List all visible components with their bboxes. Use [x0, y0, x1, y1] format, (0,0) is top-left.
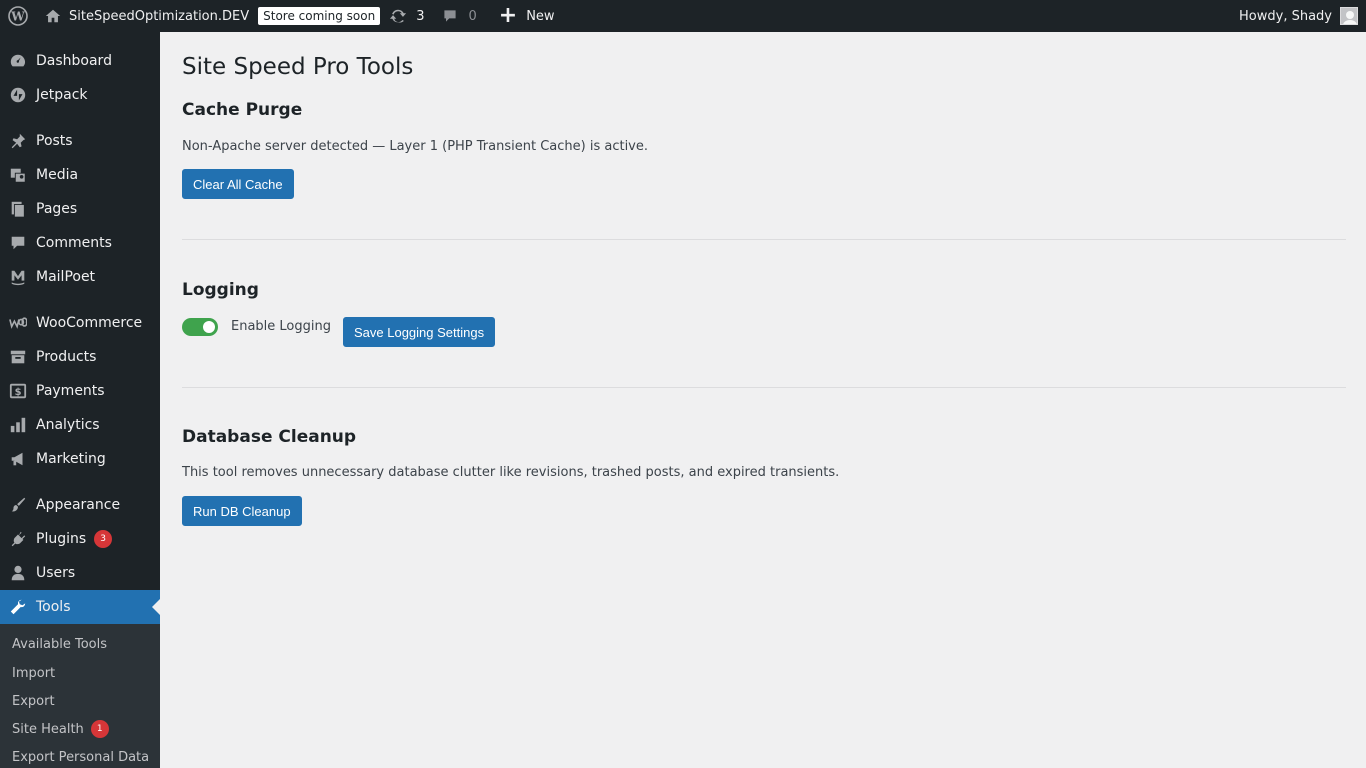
sidebar-item-posts[interactable]: Posts [0, 124, 160, 158]
comments-count: 0 [468, 8, 477, 24]
sidebar-item-mailpoet[interactable]: MailPoet [0, 260, 160, 294]
sidebar-item-marketing[interactable]: Marketing [0, 442, 160, 476]
sidebar-item-payments[interactable]: $ Payments [0, 374, 160, 408]
dollar-icon: $ [0, 382, 36, 400]
submenu-item-available-tools[interactable]: Available Tools [12, 634, 107, 654]
account-menu[interactable]: Howdy, Shady [1239, 0, 1358, 32]
archive-icon [0, 348, 36, 366]
jetpack-icon [0, 86, 36, 104]
sidebar-item-label: Tools [36, 599, 71, 615]
refresh-icon [390, 9, 407, 23]
media-icon [0, 166, 36, 184]
sidebar-item-media[interactable]: Media [0, 158, 160, 192]
database-description: This tool removes unnecessary database c… [182, 465, 840, 480]
updates-count: 3 [416, 8, 425, 24]
woocommerce-icon [0, 314, 36, 332]
sidebar-item-analytics[interactable]: Analytics [0, 408, 160, 442]
database-section-title: Database Cleanup [182, 427, 357, 447]
submenu-item-label: Import [12, 665, 56, 681]
clear-cache-button[interactable]: Clear All Cache [182, 169, 294, 199]
sidebar-item-jetpack[interactable]: Jetpack [0, 78, 160, 112]
submenu-item-export[interactable]: Export [12, 691, 55, 711]
sidebar-item-label: Pages [36, 201, 78, 217]
comment-icon [0, 234, 36, 252]
sidebar-item-label: Jetpack [36, 87, 88, 103]
user-icon [0, 564, 36, 582]
submenu-item-import[interactable]: Import [12, 663, 55, 683]
sidebar-item-label: Users [36, 565, 76, 581]
updates-link[interactable]: 3 [389, 0, 424, 32]
divider [182, 239, 1346, 240]
divider [182, 387, 1346, 388]
paintbrush-icon [0, 496, 36, 514]
bar-chart-icon [0, 416, 36, 434]
sidebar-item-label: Marketing [36, 451, 106, 467]
enable-logging-label: Enable Logging [231, 319, 331, 334]
sidebar-item-appearance[interactable]: Appearance [0, 488, 160, 522]
sidebar-item-tools[interactable]: Tools [0, 590, 160, 624]
site-name-link[interactable]: SiteSpeedOptimization.DEV [36, 0, 249, 32]
sidebar-item-label: Dashboard [36, 53, 112, 69]
logging-section-title: Logging [182, 280, 259, 300]
sidebar-item-label: Posts [36, 133, 73, 149]
comments-link[interactable]: 0 [442, 0, 477, 32]
sidebar-item-label: Comments [36, 235, 112, 251]
sidebar-item-dashboard[interactable]: Dashboard [0, 44, 160, 78]
site-name: SiteSpeedOptimization.DEV [69, 8, 250, 24]
toggle-knob [203, 321, 215, 333]
sidebar-item-label: MailPoet [36, 269, 96, 285]
new-label: New [526, 8, 555, 24]
sidebar-item-users[interactable]: Users [0, 556, 160, 590]
svg-text:$: $ [15, 387, 22, 398]
mailpoet-icon [0, 268, 36, 286]
wordpress-logo-icon[interactable]: W [0, 0, 36, 32]
submenu-item-label: Export [12, 693, 55, 709]
submenu-item-label: Available Tools [12, 636, 107, 652]
wrench-icon [0, 598, 36, 616]
run-db-cleanup-button[interactable]: Run DB Cleanup [182, 496, 302, 526]
sidebar-item-label: Plugins [36, 531, 87, 547]
sidebar-item-comments[interactable]: Comments [0, 226, 160, 260]
submenu-item-export-personal-data[interactable]: Export Personal Data [12, 747, 149, 767]
megaphone-icon [0, 450, 36, 468]
cache-description: Non-Apache server detected — Layer 1 (PH… [182, 139, 649, 154]
sidebar-item-label: Appearance [36, 497, 121, 513]
sidebar-item-label: Products [36, 349, 97, 365]
home-icon [45, 9, 61, 23]
sidebar-item-label: Payments [36, 383, 105, 399]
pages-icon [0, 200, 36, 218]
svg-text:W: W [10, 10, 25, 24]
comment-icon [444, 10, 457, 22]
sidebar-item-products[interactable]: Products [0, 340, 160, 374]
site-health-badge: 1 [90, 720, 109, 738]
dashboard-icon [0, 52, 36, 70]
howdy-text: Howdy, Shady [1239, 8, 1332, 24]
save-logging-settings-button[interactable]: Save Logging Settings [343, 317, 496, 347]
avatar [1340, 7, 1358, 25]
cache-section-title: Cache Purge [182, 100, 303, 120]
sidebar-item-pages[interactable]: Pages [0, 192, 160, 226]
submenu-item-site-health[interactable]: Site Health 1 [12, 719, 109, 739]
submenu-item-label: Site Health [12, 721, 84, 737]
plus-icon: + [498, 3, 518, 28]
admin-bar: W SiteSpeedOptimization.DEV Store coming… [0, 0, 1366, 32]
pin-icon [0, 132, 36, 150]
plugins-update-badge: 3 [94, 530, 113, 548]
submenu-item-label: Export Personal Data [12, 749, 150, 765]
sidebar-item-label: WooCommerce [36, 315, 143, 331]
sidebar-item-label: Media [36, 167, 79, 183]
sidebar-item-label: Analytics [36, 417, 100, 433]
store-status-badge[interactable]: Store coming soon [258, 7, 381, 25]
plugin-icon [0, 530, 36, 548]
enable-logging-toggle[interactable] [182, 318, 218, 336]
admin-sidebar: Dashboard Jetpack Posts Media Pages Comm… [0, 32, 160, 768]
new-content-link[interactable]: + New [499, 0, 555, 32]
sidebar-item-woocommerce[interactable]: WooCommerce [0, 306, 160, 340]
tools-submenu: Available Tools Import Export Site Healt… [0, 624, 160, 768]
sidebar-item-plugins[interactable]: Plugins 3 [0, 522, 160, 556]
page-title: Site Speed Pro Tools [182, 54, 414, 80]
